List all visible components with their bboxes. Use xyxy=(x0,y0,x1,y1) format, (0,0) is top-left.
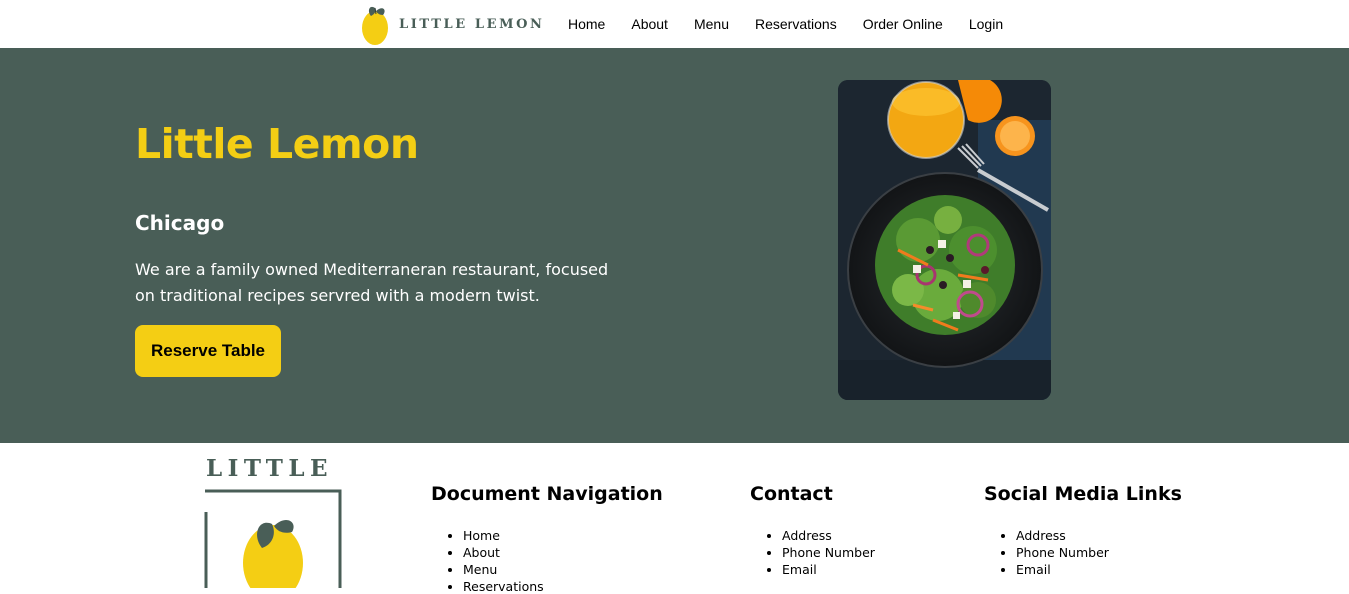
reserve-table-button[interactable]: Reserve Table xyxy=(135,325,281,377)
nav-link-login[interactable]: Login xyxy=(969,16,1003,32)
footer: LITTLE Document Navigation Home About Me… xyxy=(0,443,1349,594)
logo[interactable]: LITTLE LEMON xyxy=(361,2,545,46)
nav-link-menu[interactable]: Menu xyxy=(694,16,729,32)
footer-heading-navigation: Document Navigation xyxy=(431,483,663,505)
logo-text: LITTLE LEMON xyxy=(399,16,545,32)
footer-social-media: Social Media Links Address Phone Number … xyxy=(984,483,1182,578)
hero-description: We are a family owned Mediterraneran res… xyxy=(135,260,609,305)
hero-title: Little Lemon xyxy=(135,120,419,168)
footer-nav-list: Home About Menu Reservations xyxy=(431,527,663,594)
footer-contact: Contact Address Phone Number Email xyxy=(750,483,875,578)
hero-city: Chicago xyxy=(135,211,225,235)
footer-social-phone[interactable]: Phone Number xyxy=(1016,544,1182,561)
lemon-frame-logo-icon xyxy=(204,489,342,588)
hero-section: Little Lemon Chicago We are a family own… xyxy=(0,48,1349,443)
footer-social-address[interactable]: Address xyxy=(1016,527,1182,544)
footer-nav-item-home[interactable]: Home xyxy=(463,527,663,544)
footer-heading-social: Social Media Links xyxy=(984,483,1182,505)
footer-contact-address[interactable]: Address xyxy=(782,527,875,544)
footer-contact-email[interactable]: Email xyxy=(782,561,875,578)
footer-logo: LITTLE xyxy=(202,455,344,588)
footer-contact-list: Address Phone Number Email xyxy=(750,527,875,578)
footer-nav-item-reservations[interactable]: Reservations xyxy=(463,578,663,594)
nav-link-about[interactable]: About xyxy=(631,16,668,32)
hero-food-image xyxy=(838,80,1051,400)
footer-contact-phone[interactable]: Phone Number xyxy=(782,544,875,561)
nav-links: Home About Menu Reservations Order Onlin… xyxy=(568,16,1029,32)
footer-nav-item-about[interactable]: About xyxy=(463,544,663,561)
nav-link-reservations[interactable]: Reservations xyxy=(755,16,837,32)
nav-link-home[interactable]: Home xyxy=(568,16,605,32)
nav-link-order-online[interactable]: Order Online xyxy=(863,16,943,32)
top-nav: LITTLE LEMON Home About Menu Reservation… xyxy=(0,0,1349,48)
footer-document-navigation: Document Navigation Home About Menu Rese… xyxy=(431,483,663,594)
footer-social-list: Address Phone Number Email xyxy=(984,527,1182,578)
footer-logo-text: LITTLE xyxy=(206,455,334,482)
lemon-logo-icon xyxy=(362,6,388,45)
footer-nav-item-menu[interactable]: Menu xyxy=(463,561,663,578)
footer-heading-contact: Contact xyxy=(750,483,833,505)
footer-social-email[interactable]: Email xyxy=(1016,561,1182,578)
